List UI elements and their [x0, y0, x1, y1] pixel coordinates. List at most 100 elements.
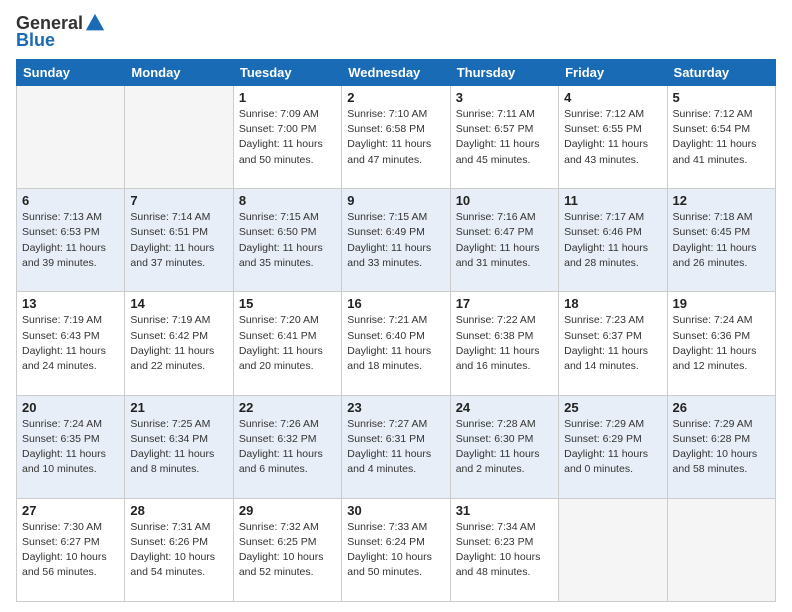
day-info: Sunrise: 7:16 AMSunset: 6:47 PMDaylight:… [456, 210, 553, 271]
day-info: Sunrise: 7:10 AMSunset: 6:58 PMDaylight:… [347, 107, 444, 168]
calendar-week-row: 6 Sunrise: 7:13 AMSunset: 6:53 PMDaylight… [17, 189, 776, 292]
day-info: Sunrise: 7:29 AMSunset: 6:29 PMDaylight:… [564, 417, 661, 478]
day-number: 27 [22, 503, 119, 518]
day-number: 30 [347, 503, 444, 518]
calendar-cell: 14 Sunrise: 7:19 AMSunset: 6:42 PMDayligh… [125, 292, 233, 395]
day-number: 31 [456, 503, 553, 518]
day-info: Sunrise: 7:18 AMSunset: 6:45 PMDaylight:… [673, 210, 770, 271]
weekday-header-wednesday: Wednesday [342, 60, 450, 86]
day-info: Sunrise: 7:14 AMSunset: 6:51 PMDaylight:… [130, 210, 227, 271]
calendar-week-row: 13 Sunrise: 7:19 AMSunset: 6:43 PMDayligh… [17, 292, 776, 395]
calendar-cell: 13 Sunrise: 7:19 AMSunset: 6:43 PMDayligh… [17, 292, 125, 395]
day-info: Sunrise: 7:33 AMSunset: 6:24 PMDaylight:… [347, 520, 444, 581]
day-number: 20 [22, 400, 119, 415]
calendar-cell: 12 Sunrise: 7:18 AMSunset: 6:45 PMDayligh… [667, 189, 775, 292]
day-number: 16 [347, 296, 444, 311]
calendar-header-row: SundayMondayTuesdayWednesdayThursdayFrid… [17, 60, 776, 86]
day-number: 17 [456, 296, 553, 311]
calendar-cell: 17 Sunrise: 7:22 AMSunset: 6:38 PMDayligh… [450, 292, 558, 395]
day-info: Sunrise: 7:23 AMSunset: 6:37 PMDaylight:… [564, 313, 661, 374]
logo-blue: Blue [16, 30, 55, 51]
day-info: Sunrise: 7:12 AMSunset: 6:54 PMDaylight:… [673, 107, 770, 168]
calendar-cell [559, 498, 667, 601]
day-number: 4 [564, 90, 661, 105]
calendar-cell: 25Sunrise: 7:29 AMSunset: 6:29 PMDayligh… [559, 395, 667, 498]
day-number: 23 [347, 400, 444, 415]
calendar-cell: 2 Sunrise: 7:10 AMSunset: 6:58 PMDaylight… [342, 86, 450, 189]
day-info: Sunrise: 7:20 AMSunset: 6:41 PMDaylight:… [239, 313, 336, 374]
day-number: 9 [347, 193, 444, 208]
day-number: 29 [239, 503, 336, 518]
day-number: 6 [22, 193, 119, 208]
calendar-cell: 31 Sunrise: 7:34 AMSunset: 6:23 PMDayligh… [450, 498, 558, 601]
page: General Blue SundayMondayTuesdayWednesda… [0, 0, 792, 612]
calendar-cell: 3 Sunrise: 7:11 AMSunset: 6:57 PMDaylight… [450, 86, 558, 189]
calendar-cell: 27 Sunrise: 7:30 AMSunset: 6:27 PMDayligh… [17, 498, 125, 601]
calendar-table: SundayMondayTuesdayWednesdayThursdayFrid… [16, 59, 776, 602]
day-info: Sunrise: 7:29 AMSunset: 6:28 PMDaylight:… [673, 417, 770, 478]
day-number: 18 [564, 296, 661, 311]
calendar-cell: 1 Sunrise: 7:09 AMSunset: 7:00 PMDaylight… [233, 86, 341, 189]
calendar-cell: 26 Sunrise: 7:29 AMSunset: 6:28 PMDayligh… [667, 395, 775, 498]
day-info: Sunrise: 7:27 AMSunset: 6:31 PMDaylight:… [347, 417, 444, 478]
day-number: 22 [239, 400, 336, 415]
day-number: 26 [673, 400, 770, 415]
calendar-cell: 18 Sunrise: 7:23 AMSunset: 6:37 PMDayligh… [559, 292, 667, 395]
calendar-week-row: 20Sunrise: 7:24 AMSunset: 6:35 PMDayligh… [17, 395, 776, 498]
day-info: Sunrise: 7:32 AMSunset: 6:25 PMDaylight:… [239, 520, 336, 581]
calendar-cell: 7 Sunrise: 7:14 AMSunset: 6:51 PMDaylight… [125, 189, 233, 292]
calendar-cell: 22 Sunrise: 7:26 AMSunset: 6:32 PMDayligh… [233, 395, 341, 498]
day-number: 28 [130, 503, 227, 518]
weekday-header-monday: Monday [125, 60, 233, 86]
calendar-cell: 21Sunrise: 7:25 AMSunset: 6:34 PMDayligh… [125, 395, 233, 498]
day-info: Sunrise: 7:19 AMSunset: 6:42 PMDaylight:… [130, 313, 227, 374]
day-info: Sunrise: 7:26 AMSunset: 6:32 PMDaylight:… [239, 417, 336, 478]
calendar-cell: 4 Sunrise: 7:12 AMSunset: 6:55 PMDaylight… [559, 86, 667, 189]
day-number: 11 [564, 193, 661, 208]
calendar-week-row: 1 Sunrise: 7:09 AMSunset: 7:00 PMDaylight… [17, 86, 776, 189]
day-info: Sunrise: 7:09 AMSunset: 7:00 PMDaylight:… [239, 107, 336, 168]
day-number: 10 [456, 193, 553, 208]
calendar-cell: 23 Sunrise: 7:27 AMSunset: 6:31 PMDayligh… [342, 395, 450, 498]
day-info: Sunrise: 7:28 AMSunset: 6:30 PMDaylight:… [456, 417, 553, 478]
weekday-header-tuesday: Tuesday [233, 60, 341, 86]
day-number: 15 [239, 296, 336, 311]
day-number: 14 [130, 296, 227, 311]
day-info: Sunrise: 7:12 AMSunset: 6:55 PMDaylight:… [564, 107, 661, 168]
day-number: 7 [130, 193, 227, 208]
header: General Blue [16, 12, 776, 51]
day-info: Sunrise: 7:24 AMSunset: 6:36 PMDaylight:… [673, 313, 770, 374]
day-info: Sunrise: 7:15 AMSunset: 6:50 PMDaylight:… [239, 210, 336, 271]
day-info: Sunrise: 7:25 AMSunset: 6:34 PMDaylight:… [130, 417, 227, 478]
calendar-cell: 16 Sunrise: 7:21 AMSunset: 6:40 PMDayligh… [342, 292, 450, 395]
calendar-cell: 10 Sunrise: 7:16 AMSunset: 6:47 PMDayligh… [450, 189, 558, 292]
day-info: Sunrise: 7:17 AMSunset: 6:46 PMDaylight:… [564, 210, 661, 271]
day-info: Sunrise: 7:11 AMSunset: 6:57 PMDaylight:… [456, 107, 553, 168]
calendar-cell: 19 Sunrise: 7:24 AMSunset: 6:36 PMDayligh… [667, 292, 775, 395]
calendar-cell: 28 Sunrise: 7:31 AMSunset: 6:26 PMDayligh… [125, 498, 233, 601]
day-info: Sunrise: 7:15 AMSunset: 6:49 PMDaylight:… [347, 210, 444, 271]
day-number: 3 [456, 90, 553, 105]
logo: General Blue [16, 12, 106, 51]
day-number: 13 [22, 296, 119, 311]
calendar-cell: 20Sunrise: 7:24 AMSunset: 6:35 PMDayligh… [17, 395, 125, 498]
day-number: 12 [673, 193, 770, 208]
calendar-cell [17, 86, 125, 189]
day-info: Sunrise: 7:22 AMSunset: 6:38 PMDaylight:… [456, 313, 553, 374]
day-number: 19 [673, 296, 770, 311]
calendar-cell: 30 Sunrise: 7:33 AMSunset: 6:24 PMDayligh… [342, 498, 450, 601]
calendar-cell: 29 Sunrise: 7:32 AMSunset: 6:25 PMDayligh… [233, 498, 341, 601]
weekday-header-thursday: Thursday [450, 60, 558, 86]
day-info: Sunrise: 7:13 AMSunset: 6:53 PMDaylight:… [22, 210, 119, 271]
day-number: 1 [239, 90, 336, 105]
day-info: Sunrise: 7:30 AMSunset: 6:27 PMDaylight:… [22, 520, 119, 581]
day-number: 2 [347, 90, 444, 105]
day-info: Sunrise: 7:34 AMSunset: 6:23 PMDaylight:… [456, 520, 553, 581]
calendar-cell [667, 498, 775, 601]
day-info: Sunrise: 7:19 AMSunset: 6:43 PMDaylight:… [22, 313, 119, 374]
calendar-cell: 8Sunrise: 7:15 AMSunset: 6:50 PMDaylight… [233, 189, 341, 292]
day-info: Sunrise: 7:21 AMSunset: 6:40 PMDaylight:… [347, 313, 444, 374]
calendar-cell [125, 86, 233, 189]
day-info: Sunrise: 7:31 AMSunset: 6:26 PMDaylight:… [130, 520, 227, 581]
weekday-header-sunday: Sunday [17, 60, 125, 86]
